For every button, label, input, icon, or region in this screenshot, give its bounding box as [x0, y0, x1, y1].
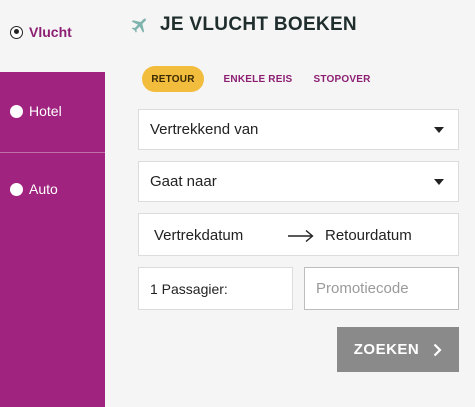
search-button-label: ZOEKEN	[353, 341, 420, 358]
radio-empty-icon	[10, 182, 23, 196]
destination-select[interactable]: Gaat naar	[138, 161, 459, 202]
radio-empty-icon	[10, 104, 23, 118]
sidebar-purple-background	[0, 72, 105, 407]
sidebar-item-hotel[interactable]: Hotel	[10, 103, 62, 119]
departure-select-value: Vertrekkend van	[150, 121, 259, 138]
promo-code-input[interactable]	[304, 267, 459, 310]
tab-enkele-reis[interactable]: ENKELE REIS	[220, 66, 296, 92]
airplane-icon	[130, 15, 150, 35]
chevron-down-icon	[434, 179, 444, 185]
return-date-field[interactable]: Retourdatum	[325, 227, 412, 244]
radio-checked-icon	[10, 25, 23, 39]
search-button[interactable]: ZOEKEN	[337, 327, 459, 372]
sidebar-divider	[0, 152, 105, 153]
passengers-value: 1 Passagier:	[150, 280, 228, 297]
passengers-field[interactable]: 1 Passagier:	[138, 267, 293, 310]
date-range-field: Vertrekdatum Retourdatum	[138, 213, 459, 256]
departure-select[interactable]: Vertrekkend van	[138, 109, 459, 150]
tab-retour[interactable]: RETOUR	[142, 66, 204, 92]
chevron-down-icon	[434, 127, 444, 133]
sidebar-item-auto[interactable]: Auto	[10, 181, 58, 197]
page-title: JE VLUCHT BOEKEN	[160, 14, 357, 35]
sidebar-item-vlucht[interactable]: Vlucht	[10, 24, 72, 40]
tab-stopover[interactable]: STOPOVER	[314, 66, 371, 92]
chevron-right-icon	[433, 343, 442, 357]
sidebar-item-label: Auto	[29, 181, 58, 197]
sidebar-item-label: Vlucht	[29, 24, 72, 40]
departure-date-field[interactable]: Vertrekdatum	[154, 227, 243, 244]
sidebar-item-label: Hotel	[29, 103, 62, 119]
sidebar: Vlucht Hotel Auto	[0, 0, 105, 407]
arrow-right-icon	[287, 229, 315, 247]
destination-select-value: Gaat naar	[150, 173, 217, 190]
page-header: JE VLUCHT BOEKEN	[130, 14, 357, 36]
